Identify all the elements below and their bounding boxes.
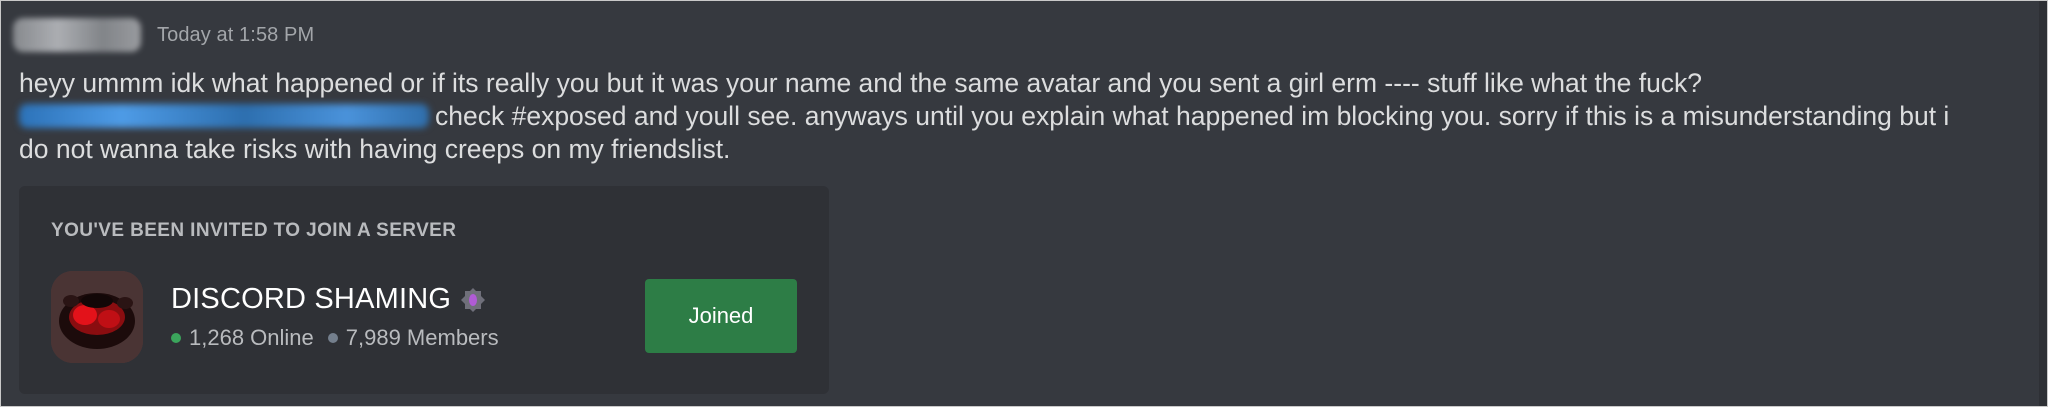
message-timestamp: Today at 1:58 PM [157,23,315,46]
members-status-dot [327,333,338,343]
redacted-username[interactable] [13,18,141,52]
message-line-text: check #exposed and youll see. anyways un… [435,101,1950,131]
partner-badge-icon [461,287,486,312]
server-invite-card: YOU'VE BEEN INVITED TO JOIN A SERVER DIS… [19,186,829,394]
server-name-row: DISCORD SHAMING [171,283,486,316]
invite-heading: YOU'VE BEEN INVITED TO JOIN A SERVER [51,220,457,241]
message-header: Today at 1:58 PM [13,15,314,55]
redacted-link[interactable] [19,103,429,128]
server-avatar-image [51,271,143,363]
chat-window: Today at 1:58 PM heyy ummm idk what happ… [0,0,2048,407]
member-count: 7,989 Members [345,325,499,350]
message-line: do not wanna take risks with having cree… [19,134,731,164]
server-name[interactable]: DISCORD SHAMING [171,283,451,316]
online-status-dot [171,333,181,343]
message-line: heyy ummm idk what happened or if its re… [19,68,1703,98]
scrollbar[interactable] [2039,1,2047,406]
server-icon[interactable] [51,271,143,363]
message-body: heyy ummm idk what happened or if its re… [19,67,2029,166]
server-stats: 1,268 Online 7,989 Members [171,325,499,351]
joined-button[interactable]: Joined [645,279,797,353]
online-count: 1,268 Online [189,325,314,350]
message-line-with-link: check #exposed and youll see. anyways un… [19,100,2029,133]
